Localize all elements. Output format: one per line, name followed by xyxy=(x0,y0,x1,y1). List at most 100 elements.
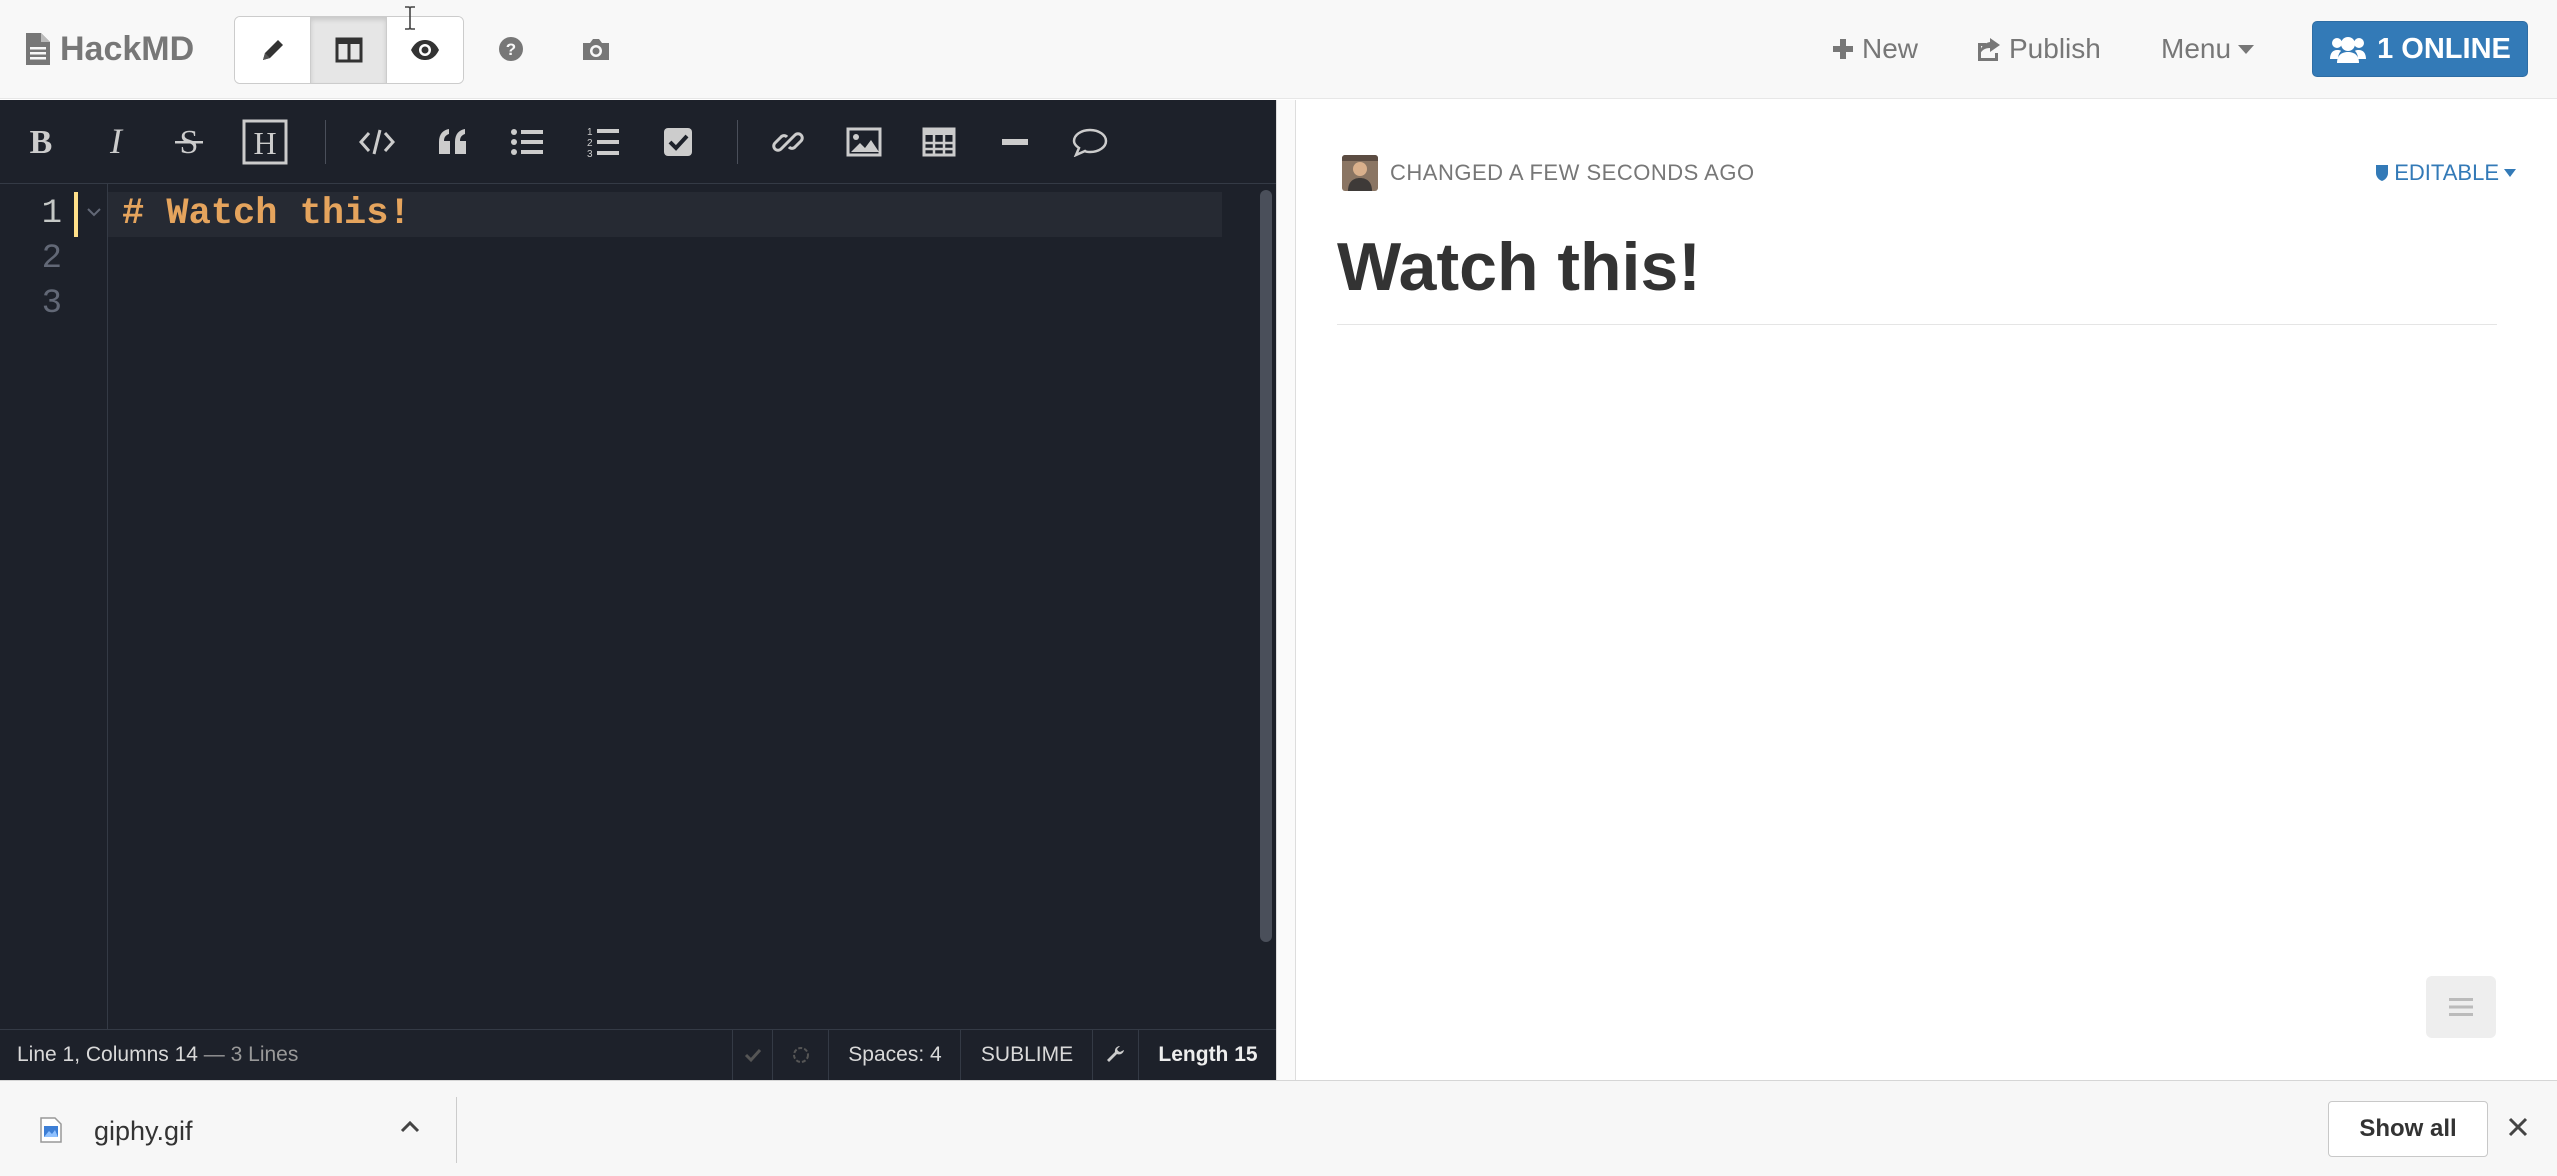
toolbar-divider xyxy=(737,120,738,164)
download-file-name[interactable]: giphy.gif xyxy=(94,1111,193,1151)
ordered-list-button[interactable]: 1 2 3 xyxy=(575,114,631,170)
help-button[interactable]: ? xyxy=(485,24,537,74)
text-cursor-icon xyxy=(405,6,415,30)
menu-dropdown[interactable]: Menu xyxy=(2161,16,2255,82)
keymap-selector[interactable]: SUBLIME xyxy=(960,1030,1093,1080)
new-label: New xyxy=(1862,33,1919,64)
link-button[interactable] xyxy=(760,114,816,170)
toc-button[interactable] xyxy=(2426,976,2496,1038)
publish-button[interactable]: Publish xyxy=(1975,16,2101,82)
pane-splitter[interactable] xyxy=(1276,100,1296,1080)
spinner-icon xyxy=(793,1047,809,1063)
download-shelf: giphy.gif Show all xyxy=(0,1080,2557,1176)
current-line-marker xyxy=(74,192,78,237)
user-avatar-icon xyxy=(1342,155,1378,191)
online-users-button[interactable]: 1 ONLINE xyxy=(2312,21,2528,77)
table-button[interactable] xyxy=(911,114,967,170)
bold-button[interactable]: B xyxy=(13,114,69,170)
fold-chevron-icon[interactable] xyxy=(86,206,102,218)
quote-button[interactable] xyxy=(425,114,481,170)
preview-heading: Watch this! xyxy=(1337,229,1701,305)
users-icon xyxy=(2330,37,2367,63)
italic-icon: I xyxy=(109,125,124,159)
line-number: 2 xyxy=(41,240,62,278)
chevron-up-icon[interactable] xyxy=(396,1113,424,1141)
shelf-divider xyxy=(456,1097,457,1163)
share-square-icon xyxy=(1978,38,2000,61)
svg-text:I: I xyxy=(109,125,124,159)
list-ol-icon: 1 2 3 xyxy=(587,127,619,158)
avatar[interactable] xyxy=(1342,155,1378,191)
code-editor[interactable]: 1 2 3 # Watch this! xyxy=(0,184,1276,1029)
code-line[interactable]: # Watch this! xyxy=(122,192,411,237)
caret-down-icon xyxy=(2238,45,2255,54)
line-number: 3 xyxy=(41,285,62,323)
toolbar-divider xyxy=(325,120,326,164)
italic-button[interactable]: I xyxy=(88,114,144,170)
minus-icon xyxy=(1002,139,1028,145)
indent-toggle[interactable] xyxy=(772,1030,829,1080)
new-note-button[interactable]: New xyxy=(1832,16,1918,82)
comment-button[interactable] xyxy=(1062,114,1118,170)
code-button[interactable] xyxy=(349,114,405,170)
snapshot-button[interactable] xyxy=(570,24,622,74)
bold-icon: B xyxy=(30,125,53,159)
columns-icon xyxy=(335,37,362,63)
cursor-position-text: Line 1, Columns 14 xyxy=(17,1043,198,1066)
pencil-icon xyxy=(262,40,283,60)
svg-text:H: H xyxy=(253,125,276,161)
unordered-list-button[interactable] xyxy=(499,114,555,170)
indent-size[interactable]: Spaces: 4 xyxy=(828,1030,961,1080)
caret-down-icon xyxy=(2504,169,2516,177)
cursor-position: Line 1, Columns 14 — 3 Lines xyxy=(17,1030,298,1080)
view-mode-group xyxy=(234,16,464,84)
close-icon[interactable] xyxy=(2504,1113,2532,1141)
plus-icon xyxy=(1833,39,1853,59)
strikethrough-icon: S xyxy=(175,125,203,159)
editor-toolbar: B I S H 1 2 3 xyxy=(0,100,1276,184)
horizontal-line-button[interactable] xyxy=(987,114,1043,170)
code-icon xyxy=(359,129,395,155)
editor-statusbar: Line 1, Columns 14 — 3 Lines Spaces: 4 S… xyxy=(0,1029,1276,1080)
image-button[interactable] xyxy=(836,114,892,170)
publish-label: Publish xyxy=(2009,33,2101,64)
document-length: Length 15 xyxy=(1138,1030,1277,1080)
split-mode-button[interactable] xyxy=(311,17,387,83)
strikethrough-button[interactable]: S xyxy=(161,114,217,170)
editor-scrollbar-thumb[interactable] xyxy=(1260,190,1272,942)
svg-text:B: B xyxy=(30,125,53,159)
spaces-label: Spaces: 4 xyxy=(848,1043,942,1066)
lint-status[interactable] xyxy=(732,1030,773,1080)
menu-label: Menu xyxy=(2161,33,2232,64)
camera-icon xyxy=(583,39,609,60)
quote-icon xyxy=(439,129,466,154)
svg-text:3: 3 xyxy=(587,149,593,158)
list-ul-icon xyxy=(511,129,543,155)
file-text-icon xyxy=(26,33,50,65)
image-icon xyxy=(846,127,882,157)
eye-icon xyxy=(411,40,439,60)
line-number-gutter: 1 2 3 xyxy=(0,184,108,1029)
heading-underline xyxy=(1337,324,2497,325)
brand[interactable]: HackMD xyxy=(26,24,194,74)
link-icon xyxy=(772,132,804,152)
permission-dropdown[interactable]: EDITABLE xyxy=(2375,155,2517,191)
comment-icon xyxy=(1072,128,1108,157)
check-icon xyxy=(744,1048,762,1063)
checkbox-button[interactable] xyxy=(650,114,706,170)
table-icon xyxy=(922,127,956,157)
view-mode-button[interactable] xyxy=(387,17,463,83)
image-file-icon xyxy=(40,1117,62,1143)
question-circle-icon: ? xyxy=(499,37,523,61)
preview-pane: CHANGED A FEW SECONDS AGO EDITABLE Watch… xyxy=(1296,100,2557,1080)
permission-label: EDITABLE xyxy=(2394,160,2499,185)
preferences-button[interactable] xyxy=(1092,1030,1139,1080)
bars-icon xyxy=(2449,998,2473,1016)
top-navbar: HackMD ? New Publish Menu 1 ONLINE xyxy=(0,0,2557,99)
line-number: 1 xyxy=(41,195,62,233)
show-all-button[interactable]: Show all xyxy=(2328,1101,2488,1157)
edit-mode-button[interactable] xyxy=(235,17,311,83)
length-label: Length 15 xyxy=(1158,1043,1258,1066)
keymap-label: SUBLIME xyxy=(980,1043,1074,1066)
header-button[interactable]: H xyxy=(237,114,293,170)
